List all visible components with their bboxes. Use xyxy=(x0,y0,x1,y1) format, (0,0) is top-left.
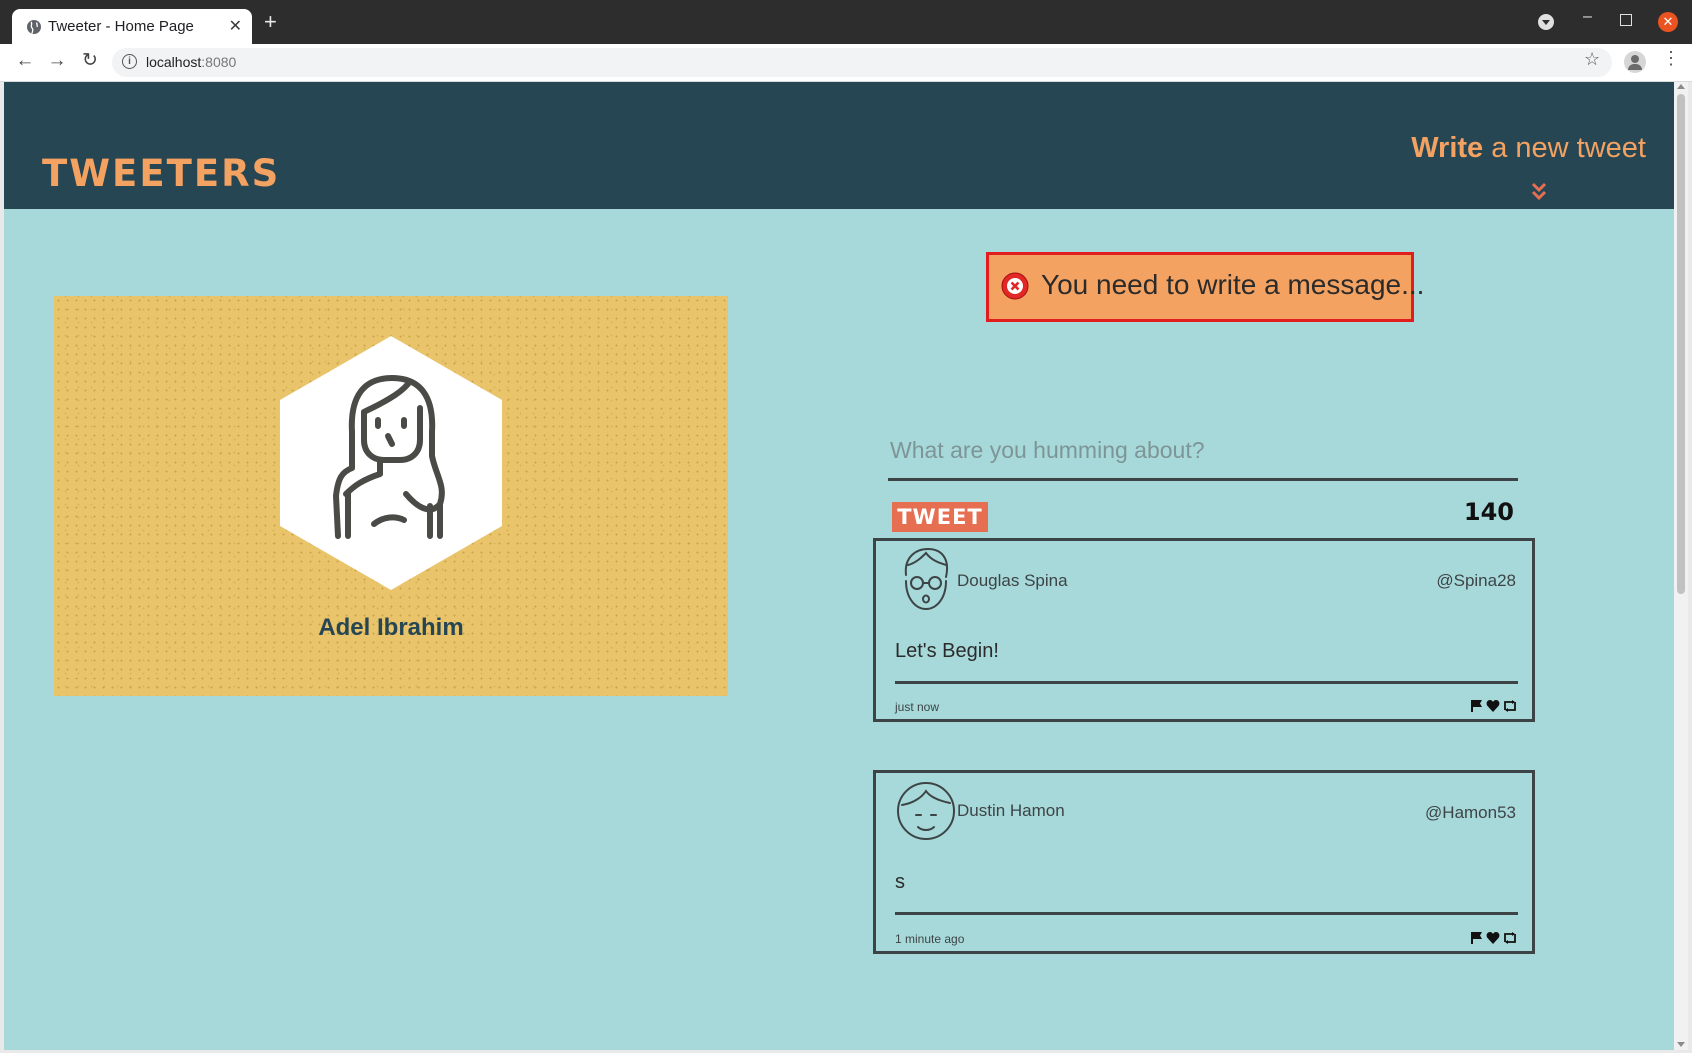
retweet-icon[interactable] xyxy=(1502,931,1518,945)
profile-card: Adel Ibrahim xyxy=(54,296,728,696)
tweet-input[interactable] xyxy=(888,422,1518,481)
url-text: localhost:8080 xyxy=(146,54,236,70)
tweet-author-handle[interactable]: @Spina28 xyxy=(1436,571,1516,591)
heart-icon[interactable] xyxy=(1486,931,1500,945)
man-avatar-icon xyxy=(897,782,955,840)
info-icon[interactable]: i xyxy=(122,54,137,69)
scroll-down-icon[interactable] xyxy=(1677,1042,1685,1047)
tweet-button[interactable]: TWEET xyxy=(892,502,988,532)
write-bold: Write xyxy=(1411,132,1484,164)
back-arrow-icon[interactable]: ← xyxy=(14,50,36,72)
tweet-timestamp: 1 minute ago xyxy=(895,932,965,946)
vertical-scrollbar[interactable] xyxy=(1674,82,1688,1050)
globe-icon xyxy=(27,20,41,34)
site-header: TWEETERS Write a new tweet xyxy=(4,82,1674,209)
character-counter: 140 xyxy=(1463,498,1514,526)
flag-icon[interactable] xyxy=(1470,931,1484,945)
maximize-icon[interactable] xyxy=(1620,14,1632,26)
tweet-divider xyxy=(895,912,1518,915)
browser-tab[interactable]: Tweeter - Home Page ✕ xyxy=(12,9,252,44)
page-viewport: TWEETERS Write a new tweet Adel Ibrahim … xyxy=(4,82,1674,1050)
site-logo[interactable]: TWEETERS xyxy=(42,152,280,195)
browser-window: Tweeter - Home Page ✕ + – ✕ ← → ↻ i loca… xyxy=(0,0,1692,1053)
profile-name: Adel Ibrahim xyxy=(318,614,464,641)
scroll-thumb[interactable] xyxy=(1677,94,1685,594)
kebab-menu-icon[interactable]: ⋮ xyxy=(1662,49,1680,67)
tweet-card: Douglas Spina @Spina28 Let's Begin! just… xyxy=(873,538,1535,722)
minimize-icon[interactable]: – xyxy=(1583,8,1592,26)
error-x-icon xyxy=(1001,272,1029,300)
url-host: localhost xyxy=(146,54,202,70)
close-icon[interactable]: ✕ xyxy=(229,16,242,36)
woman-avatar-icon xyxy=(280,336,502,590)
window-close-icon[interactable]: ✕ xyxy=(1658,12,1678,32)
scroll-up-icon[interactable] xyxy=(1677,84,1685,89)
double-chevron-down-icon[interactable] xyxy=(1530,181,1548,203)
star-icon[interactable]: ☆ xyxy=(1584,49,1600,70)
tweet-author-name[interactable]: Douglas Spina xyxy=(957,571,1068,591)
browser-toolbar: ← → ↻ i localhost:8080 ☆ ⋮ xyxy=(0,44,1692,82)
tab-title: Tweeter - Home Page xyxy=(48,18,194,35)
tweet-actions xyxy=(1470,699,1518,715)
tweet-text: s xyxy=(895,871,905,893)
forward-arrow-icon[interactable]: → xyxy=(46,50,68,72)
error-message: You need to write a message... xyxy=(986,252,1424,322)
profile-icon[interactable] xyxy=(1624,51,1646,73)
flag-icon[interactable] xyxy=(1470,699,1484,713)
error-text: You need to write a message... xyxy=(1041,269,1425,300)
tab-search-icon[interactable] xyxy=(1538,14,1554,30)
tab-strip: Tweeter - Home Page ✕ + – ✕ xyxy=(0,0,1692,44)
url-port: :8080 xyxy=(201,54,237,70)
reload-icon[interactable]: ↻ xyxy=(79,50,101,72)
address-bar[interactable]: i localhost:8080 xyxy=(112,48,1612,77)
retweet-icon[interactable] xyxy=(1502,699,1518,713)
write-rest: a new tweet xyxy=(1483,132,1646,164)
heart-icon[interactable] xyxy=(1486,699,1500,713)
new-tab-button[interactable]: + xyxy=(264,11,277,33)
tweet-card: Dustin Hamon @Hamon53 s 1 minute ago xyxy=(873,770,1535,954)
tweet-timestamp: just now xyxy=(895,700,940,714)
write-new-tweet-link[interactable]: Write a new tweet xyxy=(1411,132,1646,165)
tweet-divider xyxy=(895,681,1518,684)
tweet-author-name[interactable]: Dustin Hamon xyxy=(957,801,1065,821)
glasses-man-avatar-icon xyxy=(904,547,948,611)
tweet-actions xyxy=(1470,931,1518,947)
tweet-text: Let's Begin! xyxy=(895,640,999,662)
tweet-author-handle[interactable]: @Hamon53 xyxy=(1425,803,1516,823)
